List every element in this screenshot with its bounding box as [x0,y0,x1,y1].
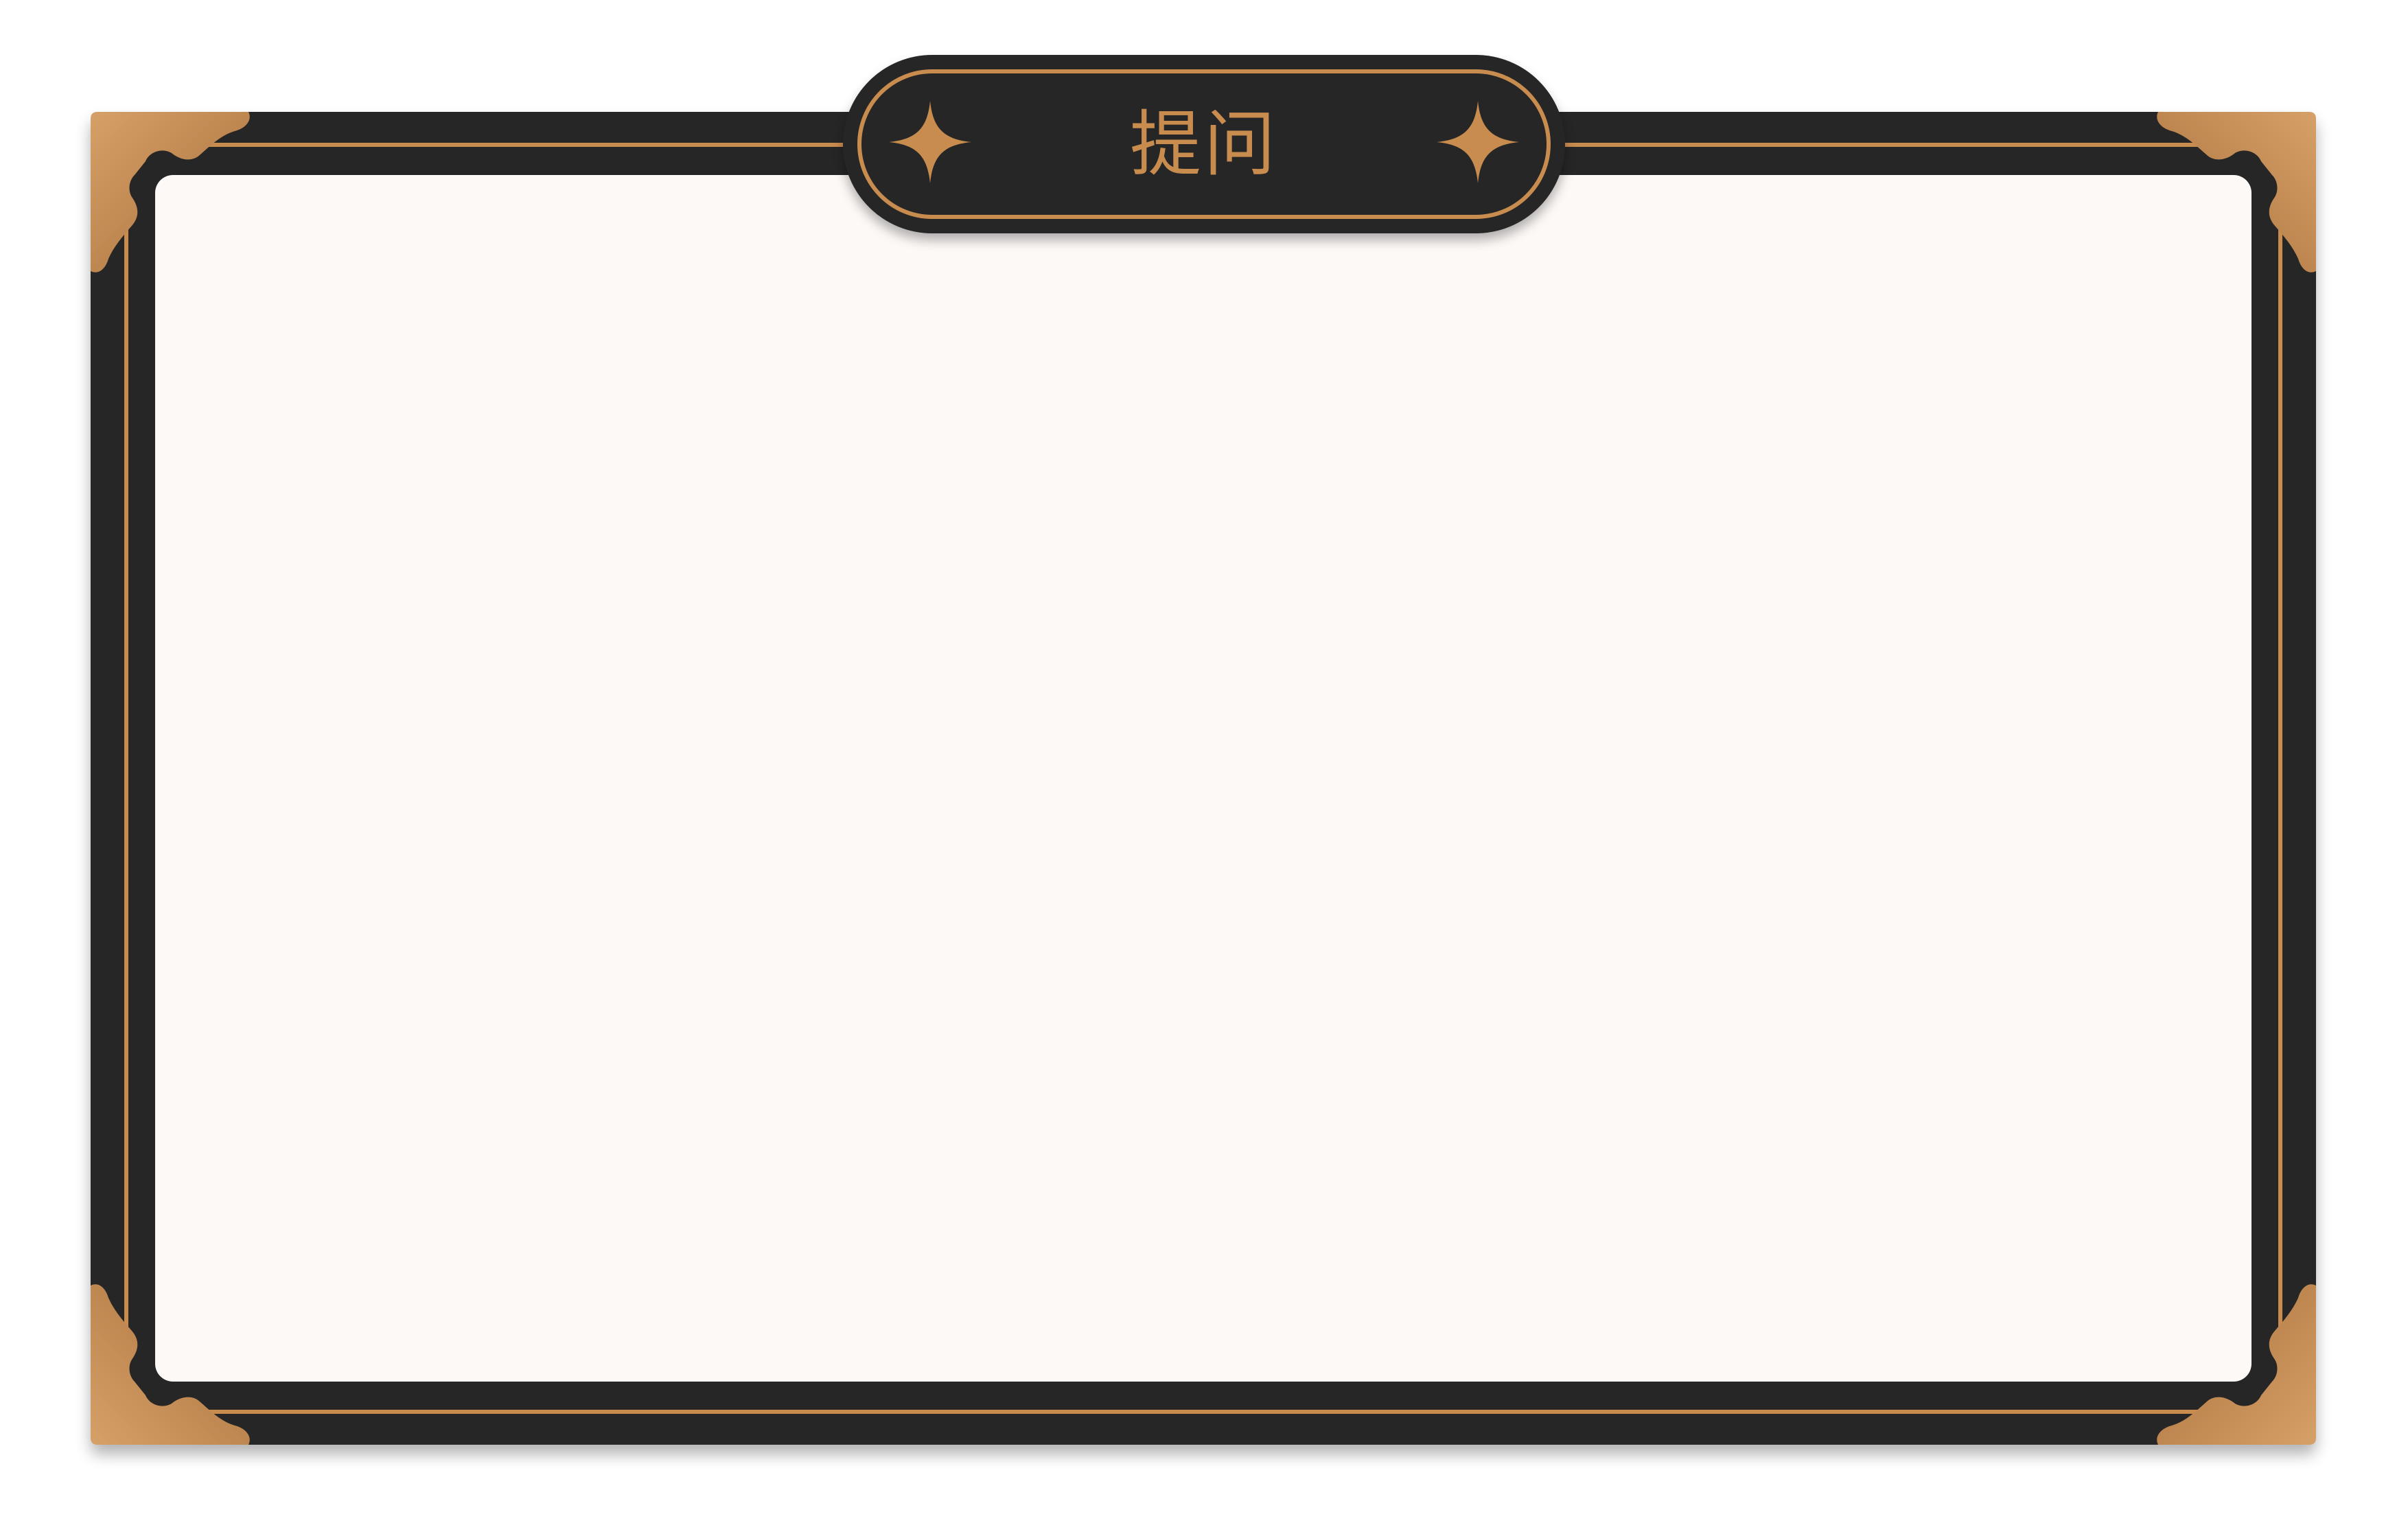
dialog-title-badge: 提问 [843,55,1565,233]
corner-ornament-icon [91,1284,250,1445]
corner-ornament-icon [2157,1284,2316,1445]
dialog-content-panel[interactable] [155,175,2251,1382]
dialog-frame [91,112,2316,1445]
sparkle-icon [1437,101,1519,183]
corner-ornament-icon [2157,112,2316,272]
corner-ornament-icon [91,112,250,272]
dialog-stage: 提问 [0,0,2408,1536]
